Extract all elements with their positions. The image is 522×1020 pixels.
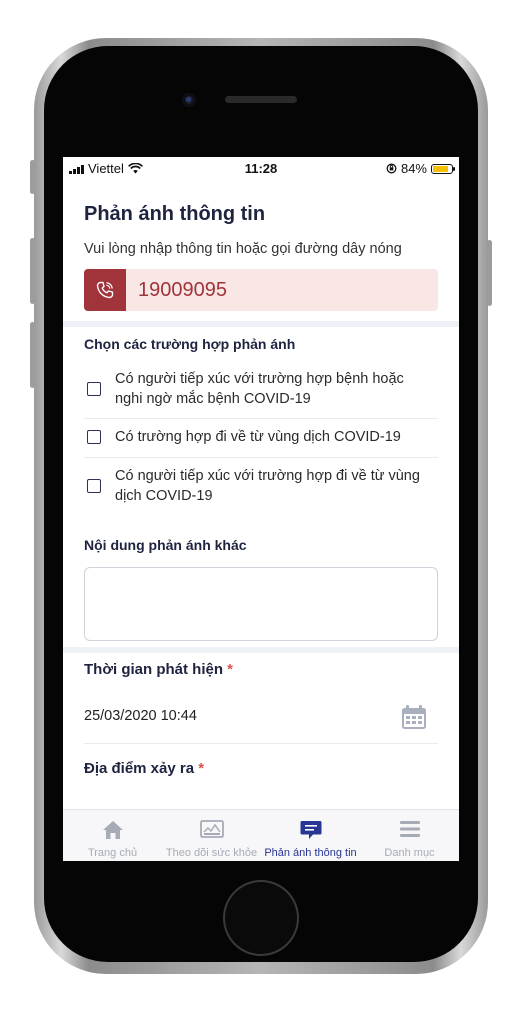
- home-icon: [102, 821, 123, 839]
- detection-time-label-text: Thời gian phát hiện: [84, 661, 223, 678]
- tab-home[interactable]: Trang chủ: [63, 810, 162, 861]
- tab-menu[interactable]: Danh mục: [360, 810, 459, 861]
- front-camera: [182, 93, 196, 107]
- detection-time-value[interactable]: 25/03/2020 10:44: [84, 708, 197, 724]
- other-content-label: Nội dung phản ánh khác: [84, 537, 247, 553]
- checkbox[interactable]: [87, 430, 101, 444]
- hotline-button[interactable]: 19009095: [84, 269, 438, 311]
- cases-label: Chọn các trường hợp phản ánh: [84, 336, 296, 352]
- tab-feedback[interactable]: Phản ánh thông tin: [261, 810, 360, 861]
- tab-label: Theo dõi sức khỏe: [165, 847, 258, 859]
- required-mark: *: [198, 760, 205, 777]
- tab-label: Phản ánh thông tin: [264, 847, 357, 859]
- bottom-tab-bar: Trang chủ Theo dõi sức khỏe Phản ánh thô…: [63, 809, 459, 861]
- menu-icon: [399, 821, 420, 837]
- tab-label: Trang chủ: [87, 847, 138, 859]
- home-button[interactable]: [225, 882, 297, 954]
- tab-label: Danh mục: [384, 847, 435, 859]
- other-content-textarea[interactable]: [84, 567, 438, 641]
- case-option-returned-from-area[interactable]: Có trường hợp đi về từ vùng dịch COVID-1…: [84, 427, 438, 447]
- status-bar: Viettel 11:28 84%: [63, 157, 459, 181]
- orientation-lock-icon: [386, 163, 397, 174]
- earpiece-speaker: [225, 96, 297, 103]
- section-divider: [63, 321, 459, 327]
- option-divider: [84, 418, 438, 419]
- page-title: Phản ánh thông tin: [84, 203, 266, 225]
- case-option-contact-returnee[interactable]: Có người tiếp xúc với trường hợp đi về t…: [84, 466, 438, 506]
- required-mark: *: [227, 661, 234, 678]
- checkbox[interactable]: [87, 382, 101, 396]
- hotline-number: 19009095: [138, 279, 227, 301]
- option-text-line1: Có người tiếp xúc với trường hợp đi về t…: [115, 468, 420, 484]
- tab-health-tracking[interactable]: Theo dõi sức khỏe: [162, 810, 261, 861]
- location-label: Địa điểm xảy ra *: [84, 760, 204, 777]
- calendar-icon[interactable]: [400, 703, 428, 731]
- option-text-line1: Có trường hợp đi về từ vùng dịch COVID-1…: [115, 429, 401, 445]
- page-subtitle: Vui lòng nhập thông tin hoặc gọi đường d…: [84, 241, 402, 257]
- field-divider: [84, 743, 438, 744]
- section-divider: [63, 647, 459, 653]
- detection-time-label: Thời gian phát hiện *: [84, 661, 233, 678]
- location-label-text: Địa điểm xảy ra: [84, 760, 195, 777]
- power-button: [487, 240, 492, 306]
- volume-up-button: [30, 238, 35, 304]
- option-text-line2: dịch COVID-19: [115, 488, 213, 504]
- checkbox[interactable]: [87, 479, 101, 493]
- option-divider: [84, 457, 438, 458]
- option-text-line2: nghi ngờ mắc bệnh COVID-19: [115, 391, 311, 407]
- case-option-contact-patient[interactable]: Có người tiếp xúc với trường hợp bệnh ho…: [84, 369, 438, 409]
- volume-down-button: [30, 322, 35, 388]
- battery-icon: [431, 163, 455, 174]
- feedback-chat-icon: [300, 821, 321, 839]
- battery-percent: 84%: [400, 161, 427, 176]
- app-screen: Viettel 11:28 84% Phản ánh thông tin Vui…: [63, 157, 459, 861]
- phone-call-icon: [84, 269, 126, 311]
- health-chart-icon: [199, 820, 224, 838]
- mute-switch: [30, 160, 35, 194]
- option-text-line1: Có người tiếp xúc với trường hợp bệnh ho…: [115, 371, 404, 387]
